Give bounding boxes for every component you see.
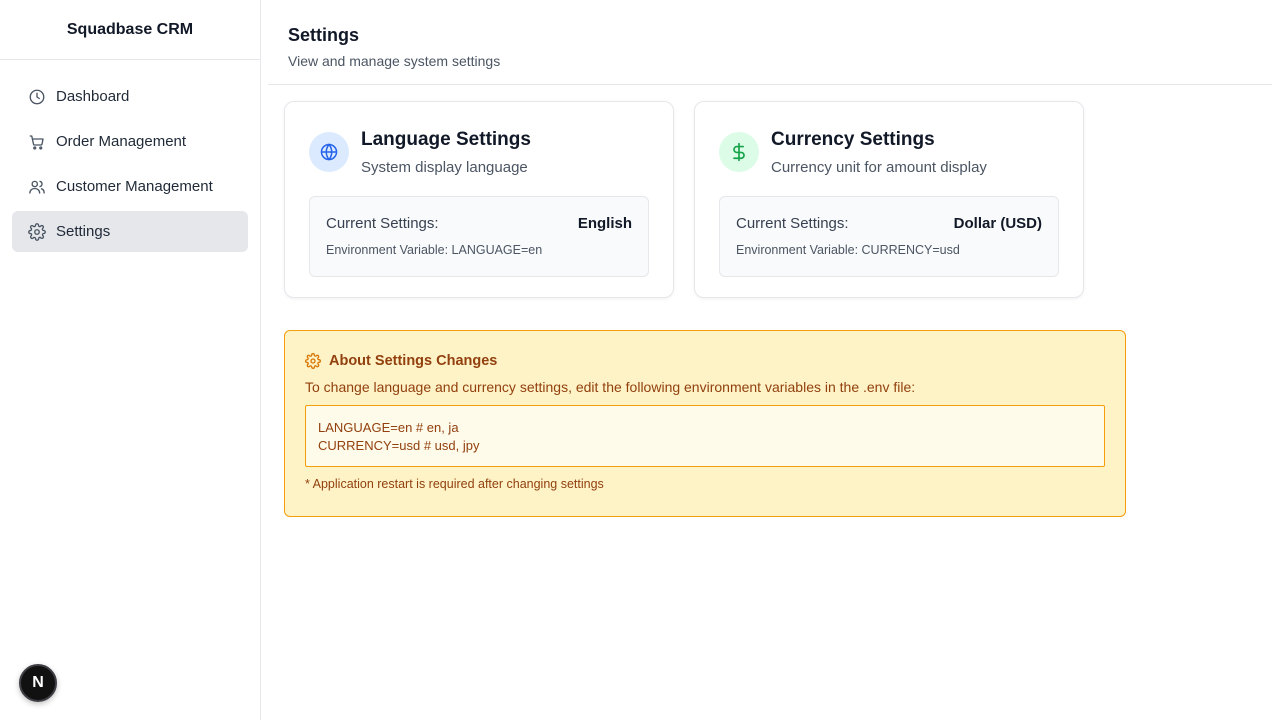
current-setting-box: Current Settings: English Environment Va… (309, 196, 649, 277)
card-description: Currency unit for amount display (771, 159, 987, 176)
users-icon (28, 178, 46, 196)
current-setting-value: English (577, 215, 632, 232)
clock-icon (28, 88, 46, 106)
settings-change-notice: About Settings Changes To change languag… (284, 330, 1126, 517)
env-variable-text: Environment Variable: LANGUAGE=en (326, 243, 543, 257)
currency-settings-card: Currency Settings Currency unit for amou… (694, 101, 1084, 298)
language-settings-card: Language Settings System display languag… (284, 101, 674, 298)
app-title: Squadbase CRM (0, 0, 260, 60)
sidebar-item-settings[interactable]: Settings (12, 211, 248, 252)
code-line: CURRENCY=usd # usd, jpy (318, 438, 480, 453)
env-variable-text: Environment Variable: CURRENCY=usd (736, 243, 960, 257)
gear-icon (28, 222, 46, 241)
notice-text: To change language and currency settings… (305, 379, 916, 395)
nextjs-dev-badge[interactable]: N (19, 664, 57, 702)
sidebar-item-order-management[interactable]: Order Management (12, 121, 248, 162)
current-setting-label: Current Settings: (736, 215, 849, 232)
card-description: System display language (361, 159, 528, 176)
notice-title: About Settings Changes (329, 353, 498, 369)
sidebar-item-dashboard[interactable]: Dashboard (12, 76, 248, 117)
card-title: Currency Settings (771, 129, 935, 150)
sidebar-item-label: Dashboard (56, 88, 130, 105)
page-title: Settings (288, 25, 360, 45)
restart-footnote: * Application restart is required after … (305, 477, 604, 491)
current-setting-label: Current Settings: (326, 215, 439, 232)
sidebar: Squadbase CRM Dashboard Order Management… (0, 0, 261, 720)
current-setting-box: Current Settings: Dollar (USD) Environme… (719, 196, 1059, 277)
sidebar-item-label: Settings (56, 223, 111, 240)
dollar-icon (719, 132, 759, 172)
sidebar-item-customer-management[interactable]: Customer Management (12, 166, 248, 207)
card-title: Language Settings (361, 129, 531, 150)
sidebar-item-label: Order Management (56, 133, 187, 150)
sidebar-item-label: Customer Management (56, 178, 213, 195)
cart-icon (28, 133, 46, 151)
gear-icon (305, 353, 321, 369)
sidebar-nav: Dashboard Order Management Customer Mana… (0, 60, 260, 272)
current-setting-value: Dollar (USD) (953, 215, 1042, 232)
page-header: Settings View and manage system settings (268, 0, 1272, 85)
globe-icon (309, 132, 349, 172)
page-subtitle: View and manage system settings (288, 53, 501, 69)
env-code-block: LANGUAGE=en # en, ja CURRENCY=usd # usd,… (305, 405, 1105, 467)
code-line: LANGUAGE=en # en, ja (318, 420, 459, 435)
main-content: Settings View and manage system settings… (261, 0, 1272, 720)
